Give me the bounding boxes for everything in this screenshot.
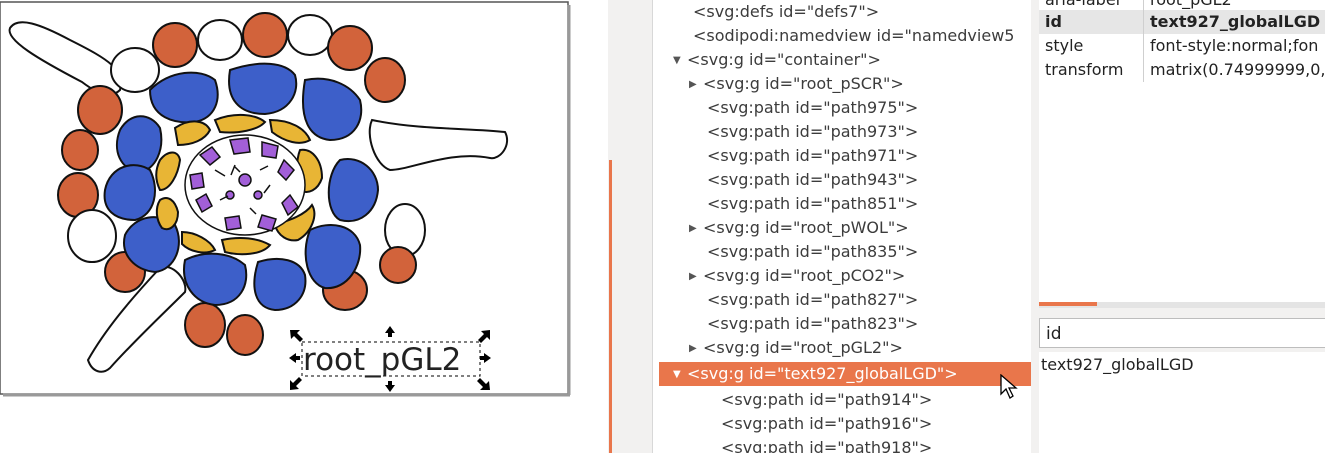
arrow-cursor-icon (1000, 374, 1018, 399)
tree-node-label: <svg:g id="root_pSCR"> (703, 74, 904, 93)
tree-node[interactable]: <svg:path id="path823"> (707, 312, 918, 336)
tree-node[interactable]: <svg:path id="path914"> (721, 388, 932, 412)
tree-node-label: <svg:path id="path918"> (721, 438, 933, 453)
triangle-down-icon[interactable]: ▼ (673, 49, 687, 73)
attribute-table[interactable]: aria-label root_pGL2 id text927_globalLG… (1039, 0, 1325, 304)
attribute-row[interactable]: style font-style:normal;fon (1039, 34, 1325, 58)
scrollbar-thumb[interactable] (1039, 302, 1097, 306)
attribute-row-selected[interactable]: id text927_globalLGD (1039, 10, 1325, 34)
tree-node[interactable]: ▶ <svg:g id="root_pCO2"> (689, 264, 905, 288)
tree-node-label: <svg:path id="path827"> (707, 290, 919, 309)
tree-node-label: <svg:g id="root_pCO2"> (703, 266, 906, 285)
triangle-right-icon[interactable]: ▶ (689, 73, 703, 97)
tree-node[interactable]: <svg:defs id="defs7"> (693, 0, 879, 24)
tree-node-label: <svg:path id="path851"> (707, 194, 919, 213)
tree-node[interactable]: <svg:path id="path916"> (721, 412, 932, 436)
tree-node[interactable]: <svg:path id="path918"> (721, 436, 932, 453)
tree-node[interactable]: ▶ <svg:g id="root_pSCR"> (689, 72, 904, 96)
tree-node[interactable]: <svg:path id="path973"> (707, 120, 918, 144)
tree-node-label: <svg:path id="path943"> (707, 170, 919, 189)
attribute-value: font-style:normal;fon (1143, 34, 1318, 58)
tree-node-label: <svg:g id="root_pGL2"> (703, 338, 903, 357)
attribute-row[interactable]: transform matrix(0.74999999,0, (1039, 58, 1325, 82)
tree-node-label: <svg:path id="path916"> (721, 414, 933, 433)
tree-node[interactable]: <svg:path id="path827"> (707, 288, 918, 312)
tree-node-label: <svg:g id="text927_globalLGD"> (687, 364, 958, 383)
triangle-right-icon[interactable]: ▶ (689, 265, 703, 289)
attribute-value: text927_globalLGD (1143, 10, 1320, 34)
tree-node[interactable]: <svg:path id="path835"> (707, 240, 918, 264)
attribute-panel: aria-label root_pGL2 id text927_globalLG… (1031, 0, 1325, 453)
tree-node-label: <sodipodi:namedview id="namedview5 (693, 26, 1015, 45)
stele (184, 134, 306, 236)
tree-node[interactable]: ▶ <svg:g id="root_pWOL"> (689, 216, 909, 240)
attribute-name: transform (1045, 60, 1124, 79)
tree-gutter (616, 0, 652, 453)
panel-splitter[interactable] (608, 0, 616, 453)
tree-node-label: <svg:path id="path971"> (707, 146, 919, 165)
tree-node[interactable]: ▶ <svg:g id="root_pGL2"> (689, 336, 903, 360)
attribute-name: style (1045, 36, 1084, 55)
triangle-right-icon[interactable]: ▶ (689, 217, 703, 241)
tree-node[interactable]: <svg:path id="path943"> (707, 168, 918, 192)
canvas-text-label: root_pGL2 (303, 342, 461, 378)
attribute-value: matrix(0.74999999,0, (1143, 58, 1325, 82)
attribute-name-input[interactable]: id (1039, 318, 1325, 348)
tree-node-label: <svg:path id="path835"> (707, 242, 919, 261)
tree-node[interactable]: <sodipodi:namedview id="namedview5 (693, 24, 1014, 48)
tree-node-label: <svg:path id="path975"> (707, 98, 919, 117)
tree-node-label: <svg:path id="path823"> (707, 314, 919, 333)
drawing-canvas[interactable]: root_pGL2 (0, 0, 608, 453)
triangle-right-icon[interactable]: ▶ (689, 337, 703, 361)
tree-node[interactable]: <svg:path id="path975"> (707, 96, 918, 120)
xml-node-tree[interactable]: <svg:defs id="defs7"> <sodipodi:namedvie… (652, 0, 1032, 453)
root-cross-section-drawing[interactable]: root_pGL2 (0, 0, 608, 453)
attribute-table-scrollbar[interactable] (1039, 302, 1325, 308)
tree-node-label: <svg:path id="path973"> (707, 122, 919, 141)
tree-node-label: <svg:g id="root_pWOL"> (703, 218, 909, 237)
tree-node[interactable]: <svg:path id="path851"> (707, 192, 918, 216)
attribute-value-editor[interactable]: text927_globalLGD (1039, 352, 1325, 453)
tree-node-label: <svg:defs id="defs7"> (693, 2, 880, 21)
tree-node-label: <svg:g id="container"> (687, 50, 881, 69)
attribute-name: id (1045, 12, 1062, 31)
tree-node[interactable]: <svg:path id="path971"> (707, 144, 918, 168)
splitter-accent (609, 160, 612, 453)
tree-node[interactable]: ▼ <svg:g id="container"> (673, 48, 881, 72)
triangle-down-icon[interactable]: ▼ (673, 363, 687, 387)
tree-node-selected[interactable]: ▼ <svg:g id="text927_globalLGD"> (659, 362, 1031, 386)
tree-node-label: <svg:path id="path914"> (721, 390, 933, 409)
